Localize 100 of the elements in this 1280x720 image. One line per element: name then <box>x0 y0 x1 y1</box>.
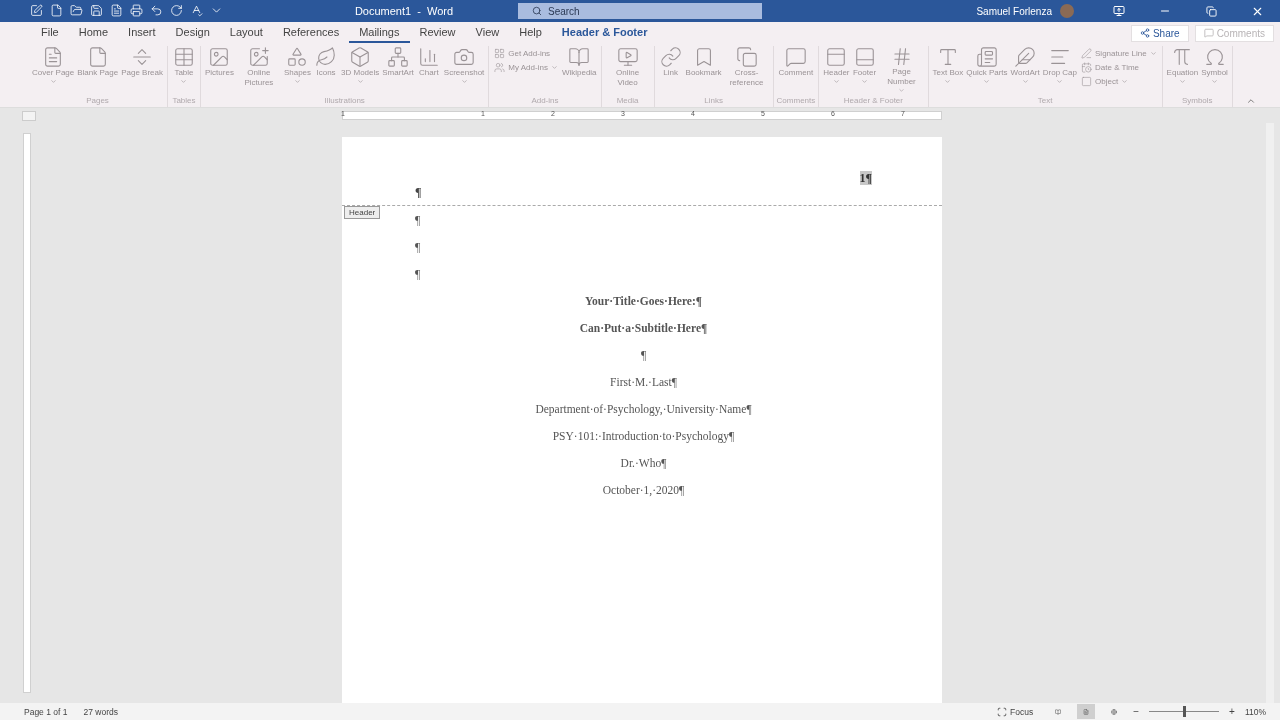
ribbon-button[interactable]: Page Number <box>878 46 925 94</box>
diagram-icon <box>387 46 410 68</box>
zoom-out-button[interactable]: − <box>1133 706 1140 717</box>
ribbon-button[interactable]: Symbol <box>1200 46 1229 94</box>
ribbon-button[interactable]: Online Pictures <box>235 46 282 94</box>
caret-icon <box>944 78 952 85</box>
ribbon-button[interactable]: Bookmark <box>684 46 723 94</box>
zoom-in-button[interactable]: + <box>1229 706 1235 717</box>
ribbon-button[interactable]: Chart <box>415 46 442 94</box>
paragraph: First·M.·Last¶ <box>610 375 677 388</box>
ribbon-button[interactable]: Footer <box>851 46 878 94</box>
spellcheck-icon[interactable] <box>190 4 204 18</box>
share-button[interactable]: Share <box>1130 24 1189 42</box>
paragraph: ¶ <box>415 213 421 226</box>
caret-icon <box>1178 78 1186 85</box>
ribbon-button[interactable]: Get Add-ins <box>492 48 560 59</box>
caret-icon <box>1021 78 1029 85</box>
search-field[interactable]: Search <box>518 3 762 19</box>
printer-icon[interactable] <box>130 4 144 18</box>
ribbon-button[interactable]: Cover Page <box>31 46 76 94</box>
ribbon-tab[interactable]: Insert <box>118 23 166 43</box>
ribbon-button[interactable]: Cross-reference <box>723 46 770 94</box>
group-label: Tables <box>172 96 196 105</box>
ribbon-tab[interactable]: Layout <box>219 23 273 43</box>
zoom-thumb[interactable] <box>1183 706 1187 717</box>
page-number: 1¶ <box>859 171 872 185</box>
ribbon-button[interactable]: Date & Time <box>1079 62 1159 73</box>
save-icon[interactable] <box>90 4 104 18</box>
ribbon-button[interactable]: Drop Cap <box>1041 46 1078 94</box>
ribbon-tab[interactable]: View <box>465 23 510 43</box>
ribbon-button[interactable]: Online Video <box>604 46 651 94</box>
document-icon[interactable] <box>110 4 124 18</box>
group-label: Pages <box>86 96 109 105</box>
group-label: Symbols <box>1181 96 1213 105</box>
newspaper-icon <box>975 46 998 68</box>
paragraph: Your·Title·Goes·Here:¶ <box>585 294 702 307</box>
group-label: Text <box>1037 96 1053 105</box>
page-break-icon <box>131 46 154 68</box>
ribbon-button[interactable]: Shapes <box>282 46 313 94</box>
ribbon-button[interactable]: Comment <box>777 46 815 94</box>
ribbon-tab[interactable]: Header & Footer <box>551 23 658 43</box>
ribbon-button[interactable]: Text Box <box>931 46 965 94</box>
paragraph: ¶ <box>415 267 421 280</box>
ribbon-button[interactable]: Icons <box>313 46 340 94</box>
ribbon-button[interactable]: Blank Page <box>76 46 120 94</box>
caret-icon <box>550 64 558 71</box>
ribbon-button[interactable]: 3D Models <box>340 46 381 94</box>
group-label: Links <box>704 96 723 105</box>
video-icon <box>616 46 639 68</box>
ribbon-tab[interactable]: References <box>272 23 350 43</box>
ribbon-button[interactable]: Pictures <box>204 46 235 94</box>
ribbon-button[interactable]: WordArt <box>1009 46 1041 94</box>
caret-icon <box>861 78 869 85</box>
redo-icon[interactable] <box>170 4 184 18</box>
chart-icon <box>417 46 440 68</box>
new-file-icon[interactable] <box>50 4 64 18</box>
collapse-icon[interactable] <box>1246 96 1256 106</box>
ribbon-tab[interactable]: Design <box>165 23 220 43</box>
print-layout-icon[interactable] <box>1077 704 1096 719</box>
grid-icon <box>494 48 506 59</box>
link-icon <box>659 46 682 68</box>
ribbon-button[interactable]: Object <box>1079 76 1159 87</box>
caret-icon <box>1121 78 1129 85</box>
caret-icon <box>49 78 57 85</box>
caret-icon <box>180 78 188 85</box>
book-icon <box>568 46 591 68</box>
ribbon-button[interactable]: My Add-ins <box>492 62 560 73</box>
picture-icon <box>208 46 231 68</box>
ribbon-button[interactable]: Table <box>171 46 197 94</box>
undo-icon[interactable] <box>150 4 164 18</box>
zoom-level: 110% <box>1244 706 1266 717</box>
shapes-icon <box>286 46 309 68</box>
ribbon-button[interactable]: Quick Parts <box>965 46 1009 94</box>
ribbon-tab[interactable]: Help <box>509 23 552 43</box>
header-icon <box>825 46 848 68</box>
ribbon-tab[interactable]: Home <box>68 23 119 43</box>
ribbon-button[interactable]: Equation <box>1165 46 1200 94</box>
ribbon-tab[interactable]: Review <box>409 23 466 43</box>
caret-icon <box>293 78 301 85</box>
focus-button[interactable]: Focus <box>991 705 1040 718</box>
comment-icon <box>1203 28 1214 38</box>
ribbon-button[interactable]: SmartArt <box>381 46 415 94</box>
ribbon-button[interactable]: Screenshot <box>442 46 486 94</box>
ribbon-button[interactable]: Wikipedia <box>560 46 598 94</box>
ribbon-tab[interactable]: File <box>31 23 69 43</box>
paragraph-mark: ¶ <box>415 185 423 199</box>
paragraph: Department·of·Psychology,·University·Name¶ <box>535 402 752 415</box>
ribbon-button[interactable]: Signature Line <box>1079 48 1159 59</box>
folder-icon[interactable] <box>70 4 84 18</box>
paragraph: ¶ <box>415 240 421 253</box>
ribbon-button[interactable]: Page Break <box>120 46 164 94</box>
caret-icon <box>1056 78 1064 85</box>
ribbon-button[interactable]: Header <box>822 46 851 94</box>
comment-icon <box>784 46 807 68</box>
page-count: Page 1 of 1 <box>24 706 68 717</box>
word-count: 27 words <box>83 706 118 717</box>
caret-icon <box>356 78 364 85</box>
ribbon-button[interactable]: Link <box>657 46 684 94</box>
edit-icon[interactable] <box>30 4 44 18</box>
omega-icon <box>1203 46 1226 68</box>
